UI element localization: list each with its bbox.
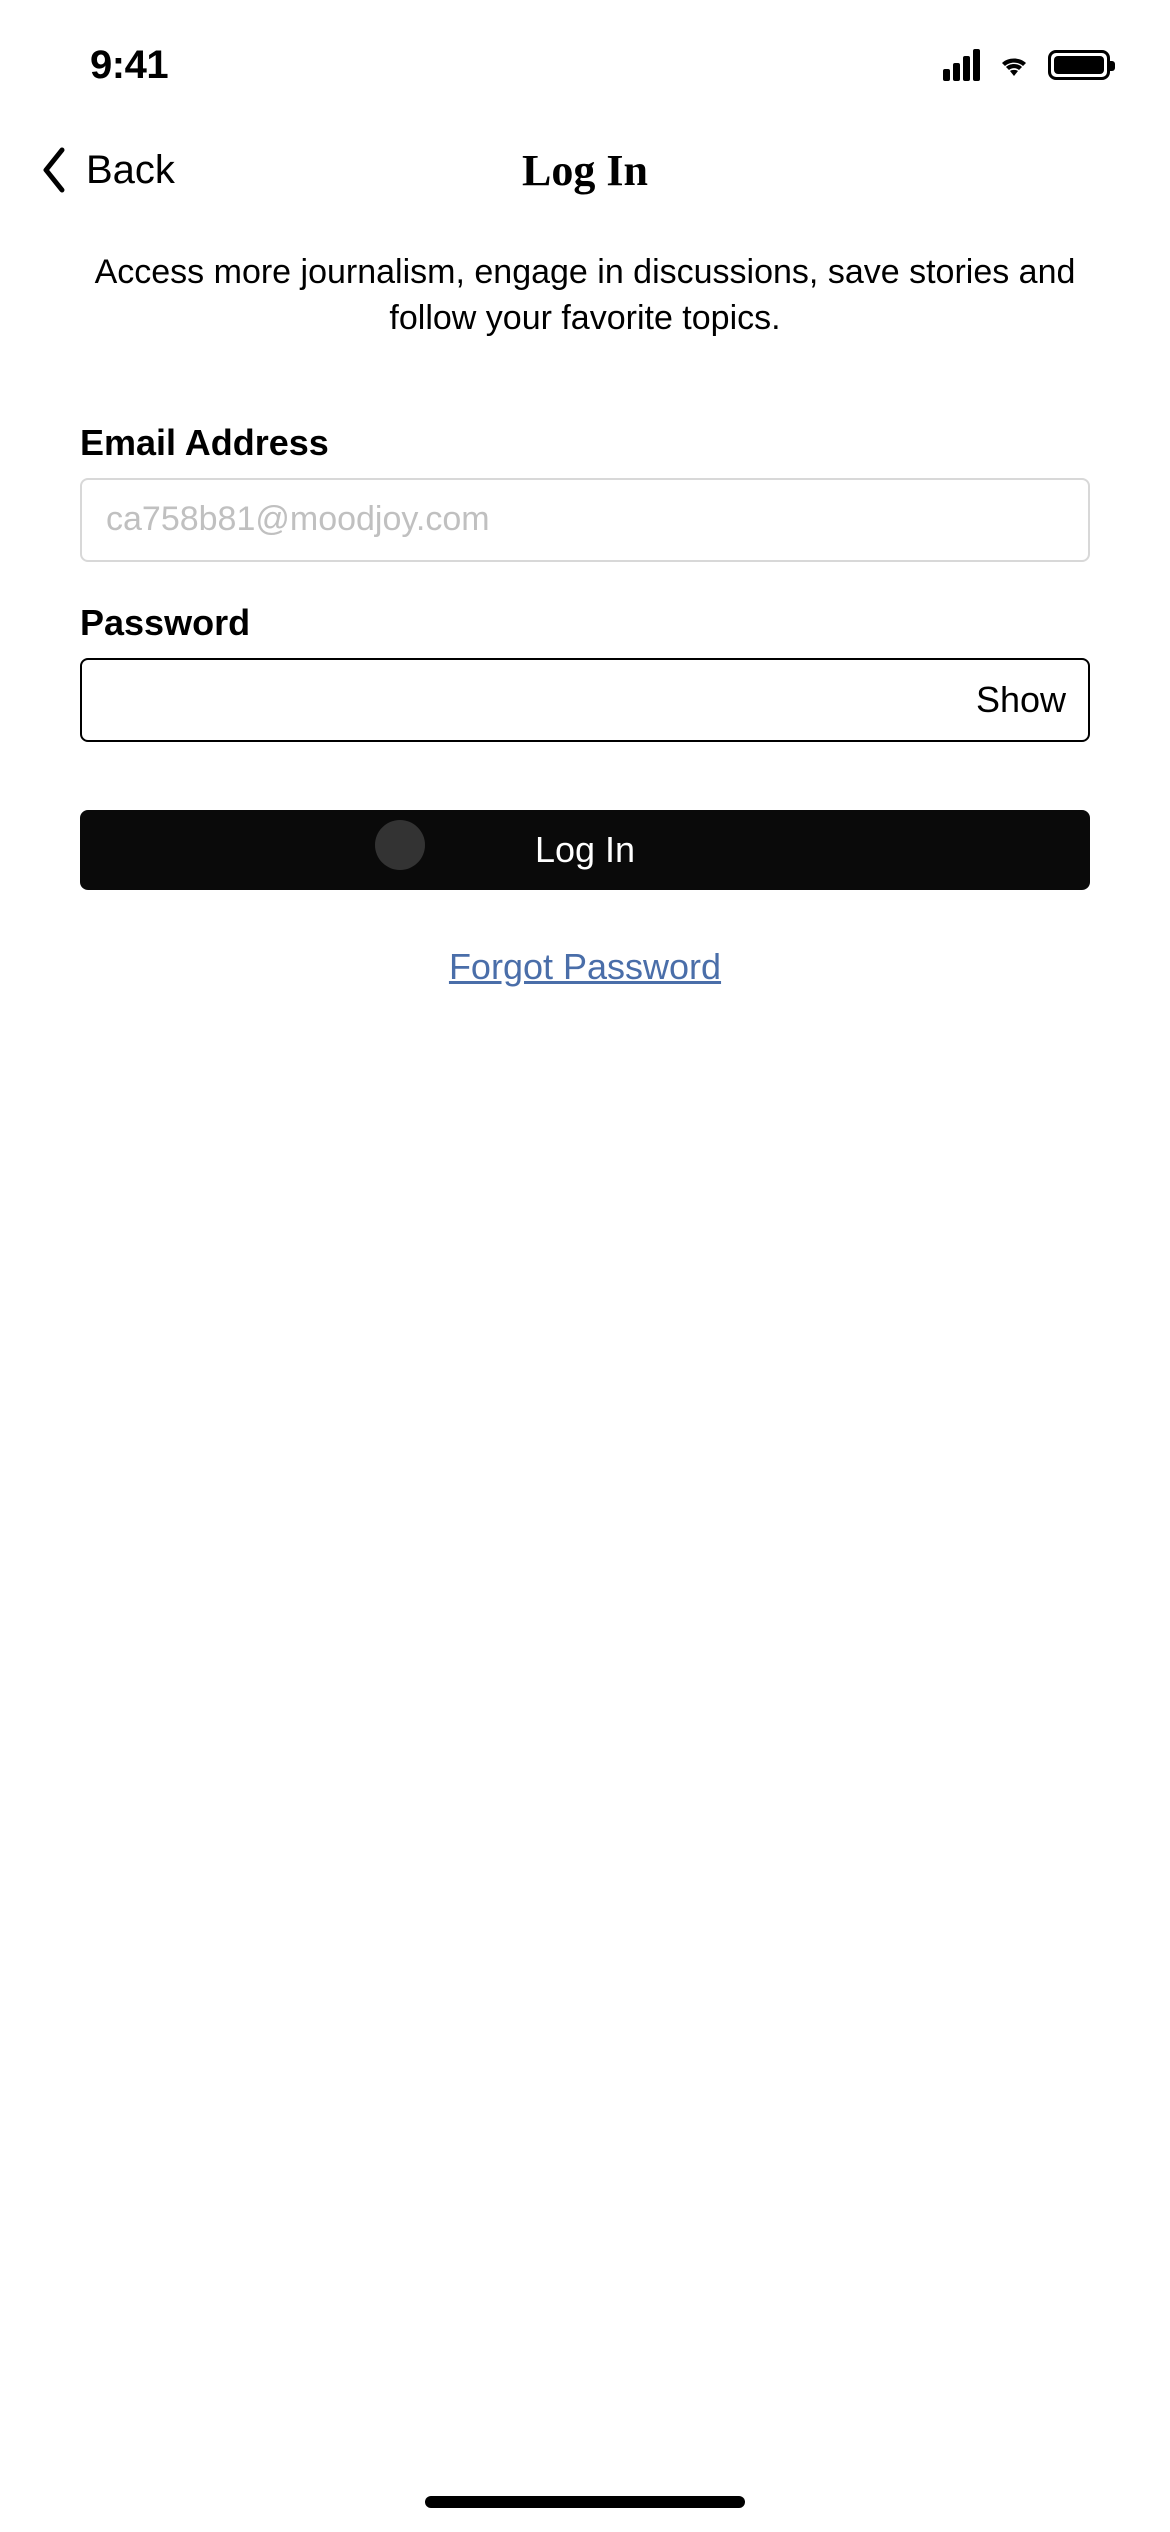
content: Access more journalism, engage in discus…	[0, 230, 1170, 988]
status-time: 9:41	[90, 43, 168, 88]
password-group: Password Show	[80, 602, 1090, 742]
status-bar: 9:41	[0, 0, 1170, 110]
email-group: Email Address	[80, 422, 1090, 562]
email-input[interactable]	[80, 478, 1090, 562]
status-icons	[943, 49, 1110, 81]
nav-bar: Back Log In	[0, 110, 1170, 230]
back-label: Back	[86, 148, 175, 193]
battery-icon	[1048, 50, 1110, 80]
page-title: Log In	[522, 145, 648, 196]
home-indicator[interactable]	[425, 2496, 745, 2508]
cellular-signal-icon	[943, 49, 980, 81]
chevron-left-icon	[40, 145, 70, 195]
back-button[interactable]: Back	[40, 145, 175, 195]
password-label: Password	[80, 602, 1090, 644]
forgot-password-link[interactable]: Forgot Password	[80, 946, 1090, 988]
wifi-icon	[994, 50, 1034, 80]
password-input[interactable]	[80, 658, 1090, 742]
description-text: Access more journalism, engage in discus…	[80, 250, 1090, 342]
email-label: Email Address	[80, 422, 1090, 464]
login-button[interactable]: Log In	[80, 810, 1090, 890]
show-password-button[interactable]: Show	[976, 679, 1066, 721]
